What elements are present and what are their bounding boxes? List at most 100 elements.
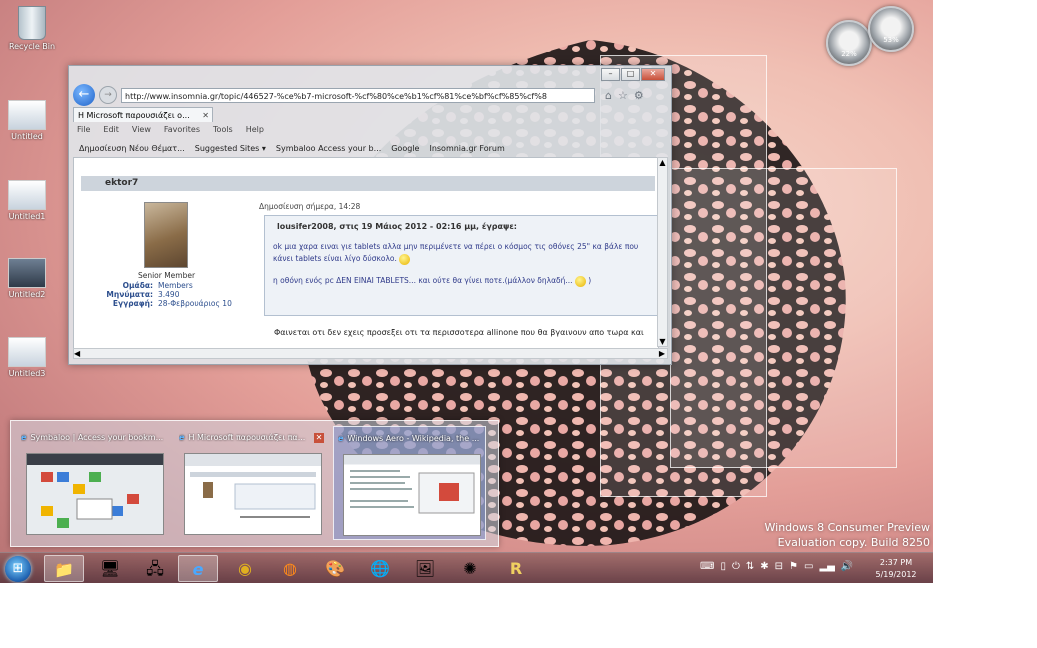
desktop-icon-untitled[interactable]: Untitled: [0, 100, 57, 141]
close-button[interactable]: ✕: [641, 68, 665, 81]
menu-view[interactable]: View: [132, 125, 151, 138]
power-icon[interactable]: ⏻: [732, 561, 740, 572]
favorites-star-icon[interactable]: ☆: [618, 89, 628, 102]
scroll-up-icon[interactable]: ▲: [658, 158, 667, 167]
cpu-gauge-gadget[interactable]: 22%: [826, 20, 872, 66]
quote-box: lousifer2008, στις 19 Μάιος 2012 - 02:16…: [264, 215, 658, 316]
favorite-item[interactable]: Insomnia.gr Forum: [429, 144, 504, 153]
quote-line: η οθόνη ενός pc ΔΕΝ ΕΙΝΑΙ TABLETS... και…: [273, 276, 573, 285]
image-file-icon: [8, 337, 46, 367]
browser-tab[interactable]: Η Microsoft παρουσιάζει ο... ✕: [73, 107, 213, 122]
minimize-button[interactable]: –: [601, 68, 620, 81]
tab-title: Η Microsoft παρουσιάζει ο...: [78, 111, 190, 120]
home-icon[interactable]: ⌂: [605, 89, 612, 102]
tray-app-icon[interactable]: ▯: [720, 561, 726, 572]
internet-explorer-icon[interactable]: e: [178, 555, 218, 582]
action-center-flag-icon[interactable]: ⚑: [789, 561, 798, 572]
posts-value: 3.490: [158, 290, 180, 299]
paint-icon[interactable]: 🎨: [315, 555, 355, 582]
image-file-icon: [8, 180, 46, 210]
vertical-scrollbar[interactable]: ▲ ▼: [657, 157, 668, 347]
thumbnail-forum-preview: [190, 472, 316, 518]
desktop-icon-label: Untitled1: [8, 212, 46, 221]
close-tab-icon[interactable]: ✕: [202, 108, 209, 122]
toolbar-icons: ⌂ ☆ ⚙: [605, 89, 644, 102]
thumbnail-symbaloo[interactable]: Symbaloo | Access your bookm...: [17, 426, 170, 540]
favorites-bar: Δημοσίευση Νέου Θέματ... Suggested Sites…: [79, 141, 665, 155]
scroll-right-icon[interactable]: ▶: [659, 349, 665, 358]
network-tray-icon[interactable]: ⇅: [746, 561, 754, 572]
scroll-down-icon[interactable]: ▼: [658, 337, 667, 346]
thumbnail-insomnia[interactable]: Η Microsoft παρουσιάζει πα... ✕: [175, 426, 328, 540]
firefox-icon[interactable]: ◍: [270, 555, 310, 582]
post-date: Δημοσίευση σήμερα, 14:28: [259, 202, 361, 211]
window-controls: – □ ✕: [601, 68, 665, 81]
r-app-icon[interactable]: R: [496, 555, 536, 582]
forward-button[interactable]: →: [99, 86, 117, 104]
desktop-icon-label: Untitled3: [8, 369, 46, 378]
clock-date: 5/19/2012: [875, 570, 917, 579]
favorite-item[interactable]: Symbaloo Access your b...: [276, 144, 381, 153]
keyboard-icon[interactable]: ⌨: [700, 561, 714, 572]
image-file-icon: [8, 258, 46, 288]
menu-favorites[interactable]: Favorites: [164, 125, 200, 138]
image-viewer-icon[interactable]: 🖼: [405, 555, 445, 582]
maximize-button[interactable]: □: [621, 68, 640, 81]
menu-edit[interactable]: Edit: [103, 125, 119, 138]
internet-explorer-window[interactable]: – □ ✕ ← → http://www.insomnia.gr/topic/4…: [68, 65, 672, 365]
thumbnail-wikipedia[interactable]: Windows Aero - Wikipedia, the ...: [333, 426, 486, 540]
menu-tools[interactable]: Tools: [213, 125, 233, 138]
desktop-icon-untitled2[interactable]: Untitled2: [0, 258, 57, 299]
taskbar: ⊞ 📁 🖥 🖧 e ◉ ◍ 🎨 🌐 🖼 ✺ R ⌨ ▯ ⏻ ⇅ ✱ ⊟ ⚑ ▭ …: [0, 552, 933, 583]
favorite-item[interactable]: Suggested Sites ▾: [195, 144, 266, 153]
explorer-folder-icon[interactable]: 📁: [44, 555, 84, 582]
desktop: Recycle Bin Untitled Untitled1 Untitled2…: [0, 0, 933, 583]
smiley-icon: [399, 253, 411, 265]
thumbnail-title: Η Microsoft παρουσιάζει πα...: [179, 433, 322, 442]
scroll-left-icon[interactable]: ◀: [74, 349, 80, 358]
post-author[interactable]: ektor7: [81, 176, 655, 191]
start-button[interactable]: ⊞: [5, 556, 31, 582]
horizontal-scrollbar[interactable]: ◀ ▶: [73, 348, 668, 359]
reply-text: Φαινεται οτι δεν εχεις προσεξει οτι τα π…: [274, 328, 644, 337]
battery-icon[interactable]: ▭: [804, 561, 813, 572]
desktop-icon-untitled1[interactable]: Untitled1: [0, 180, 57, 221]
recycle-bin-icon[interactable]: Recycle Bin: [2, 6, 62, 51]
address-bar[interactable]: http://www.insomnia.gr/topic/446527-%ce%…: [121, 87, 595, 103]
quote-line: ok μια χαρα ειναι γιε tablets αλλα μην π…: [273, 242, 639, 251]
quote-header: lousifer2008, στις 19 Μάιος 2012 - 02:16…: [277, 222, 518, 231]
tab-strip: Η Microsoft παρουσιάζει ο... ✕: [73, 107, 213, 123]
globe-icon[interactable]: 🌐: [360, 555, 400, 582]
watermark-line1: Windows 8 Consumer Preview: [764, 521, 931, 534]
recycle-bin-image: [18, 6, 46, 40]
network-icon[interactable]: 🖧: [135, 555, 175, 582]
page-content: ektor7 Δημοσίευση σήμερα, 14:28 Senior M…: [73, 157, 659, 349]
favorite-item[interactable]: Google: [391, 144, 419, 153]
media-icon[interactable]: ✺: [450, 555, 490, 582]
usb-icon[interactable]: ⊟: [775, 561, 783, 572]
control-panel-icon[interactable]: 🖥: [90, 555, 130, 582]
bluetooth-icon[interactable]: ✱: [760, 561, 768, 572]
user-info: Senior Member Ομάδα: Members Μηνύματα: 3.4…: [84, 271, 249, 308]
back-button[interactable]: ←: [73, 84, 95, 106]
favorite-item[interactable]: Δημοσίευση Νέου Θέματ...: [79, 144, 185, 153]
clock-time: 2:37 PM: [879, 558, 913, 567]
signal-icon[interactable]: ▂▄: [819, 561, 834, 572]
volume-icon[interactable]: 🔊: [841, 561, 853, 572]
chrome-icon[interactable]: ◉: [225, 555, 265, 582]
quote-line: κάνει tablets είναι λίγο δύσκολο.: [273, 254, 397, 263]
user-rank: Senior Member: [137, 271, 196, 280]
user-avatar[interactable]: [144, 202, 188, 268]
watermark-line2: Evaluation copy. Build 8250: [777, 536, 930, 549]
thumbnail-title: Symbaloo | Access your bookm...: [21, 433, 164, 442]
joined-value: 28-Φεβρουάριος 10: [158, 299, 232, 308]
close-thumbnail-icon[interactable]: ✕: [314, 433, 324, 443]
desktop-icon-label: Untitled2: [8, 290, 46, 299]
menu-help[interactable]: Help: [246, 125, 264, 138]
quote-text: ok μια χαρα ειναι γιε tablets αλλα μην π…: [265, 231, 658, 287]
memory-gauge-gadget[interactable]: 53%: [868, 6, 914, 52]
desktop-icon-untitled3[interactable]: Untitled3: [0, 337, 57, 378]
system-clock[interactable]: 2:37 PM 5/19/2012: [866, 557, 926, 581]
settings-gear-icon[interactable]: ⚙: [634, 89, 644, 102]
menu-file[interactable]: File: [77, 125, 90, 138]
